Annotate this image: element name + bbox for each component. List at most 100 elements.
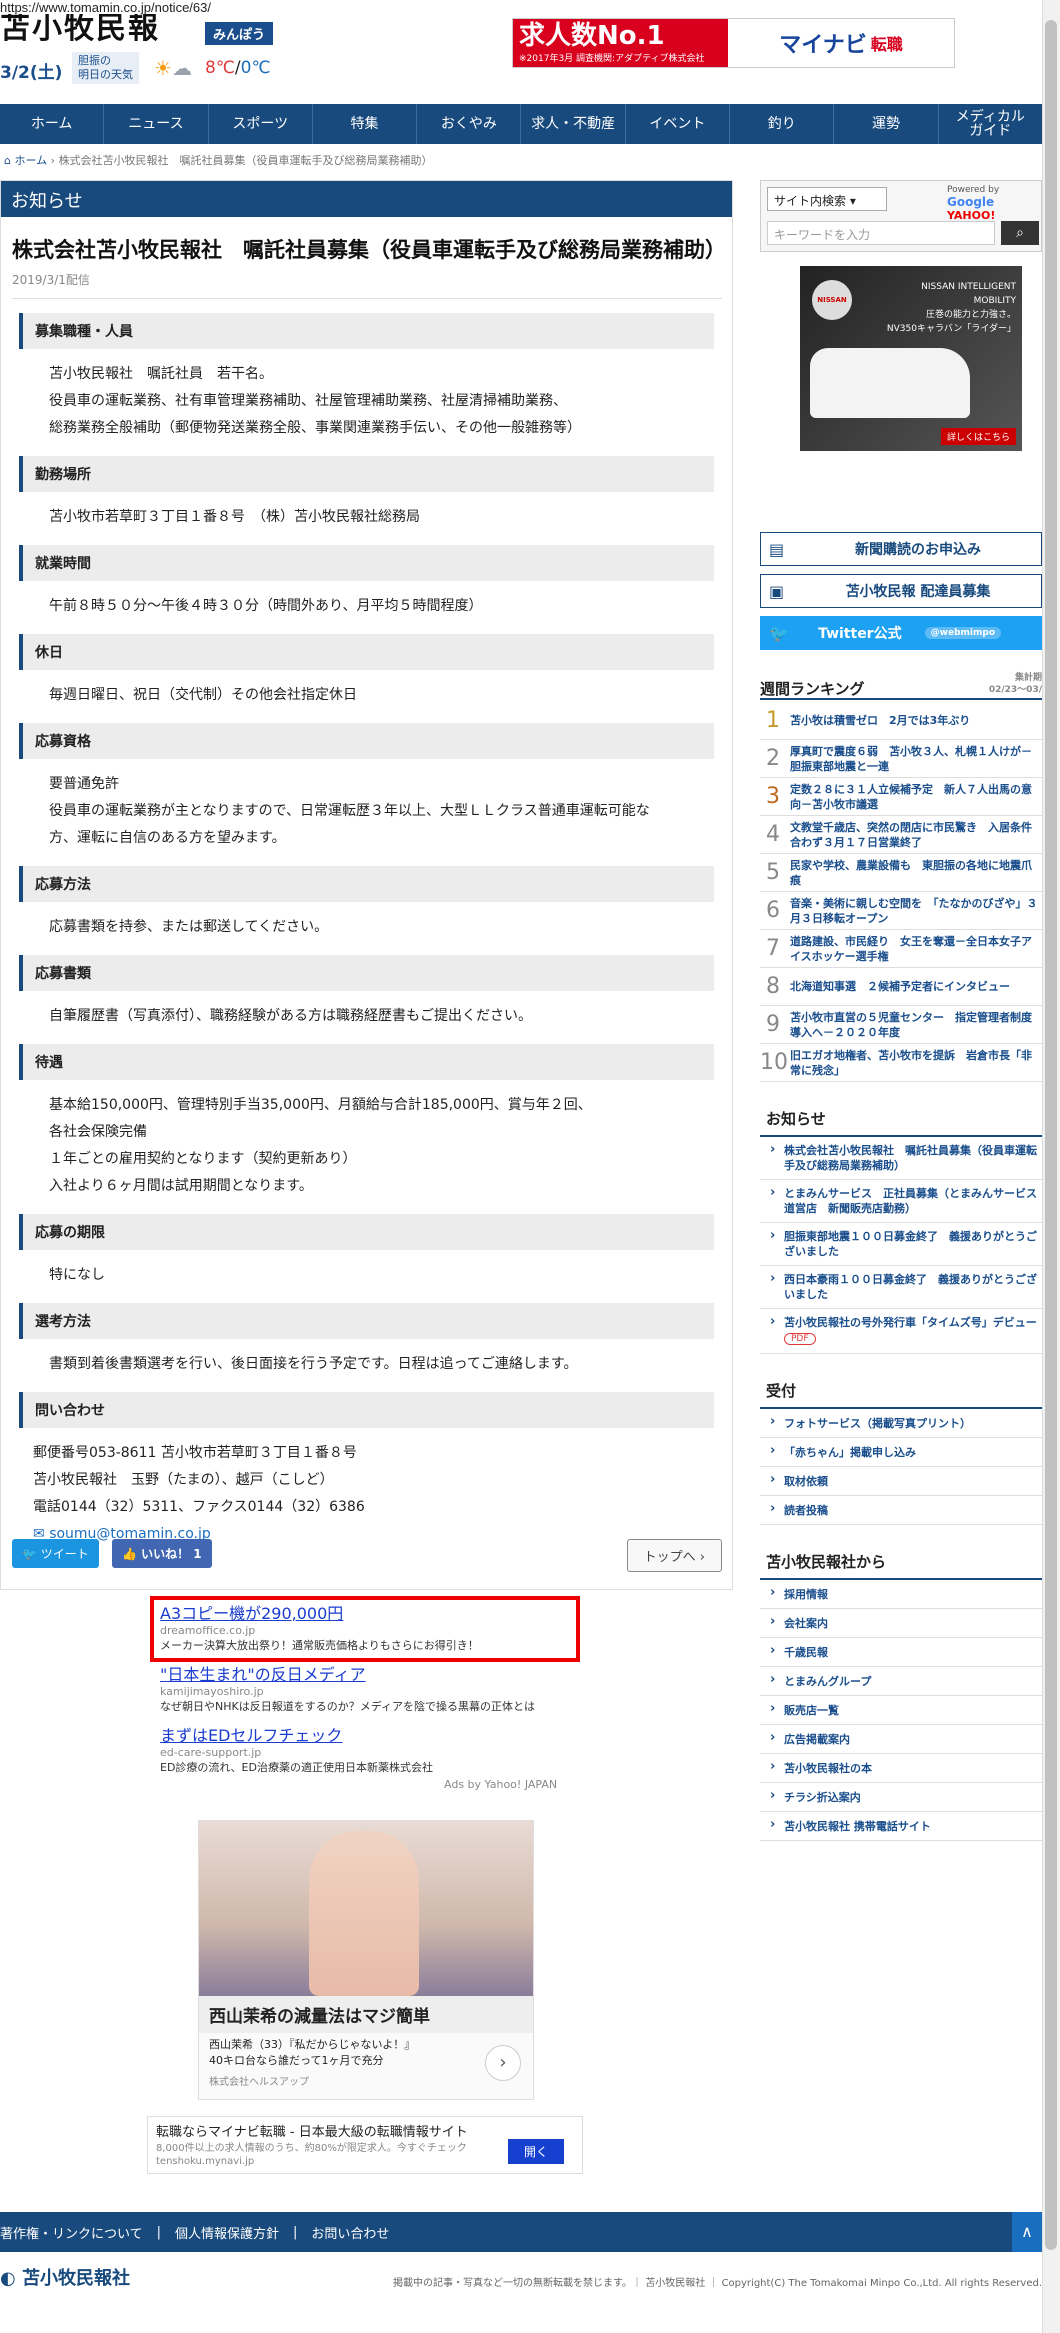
text-ad[interactable]: まずはEDセルフチェック ed-care-support.jp ED診療の流れ、… (160, 1722, 572, 1775)
page-top-button[interactable]: ∧ (1012, 2212, 1042, 2252)
notice-item[interactable]: とまみんサービス 正社員募集（とまみんサービス道営店 新聞販売店勤務） (760, 1180, 1042, 1223)
open-button[interactable]: 開く (507, 2139, 564, 2164)
like-label: いいね！ 1 (141, 1547, 202, 1561)
notice-item-pdf[interactable]: 苫小牧民報社の号外発行車「タイムズ号」デビュー PDF (760, 1309, 1042, 1354)
footer-link-privacy[interactable]: 個人情報保護方針 (175, 2223, 279, 2242)
from-company-item[interactable]: 千歳民報 (760, 1638, 1042, 1667)
nav-home[interactable]: ホーム (0, 104, 105, 144)
ranking-item[interactable]: 2 厚真町で震度６弱 苫小牧３人、札幌１人けが－胆振東部地震と一連 (760, 740, 1042, 778)
footer-logo[interactable]: ◐ 苫小牧民報社 (0, 2264, 130, 2290)
footer-link-copyright[interactable]: 著作権・リンクについて (0, 2223, 143, 2242)
breadcrumb-home[interactable]: ホーム (14, 154, 47, 167)
search-button[interactable]: ⌕ (1001, 221, 1039, 245)
car-ad-text: NISSAN INTELLIGENT MOBILITY 圧巻の能力と力強さ。 N… (886, 282, 1016, 334)
nav-medical[interactable]: メディカル ガイド (939, 104, 1042, 144)
text-ad[interactable]: "日本生まれ"の反日メディア kamijimayoshiro.jp なぜ朝日やN… (160, 1661, 572, 1714)
nav-jobs[interactable]: 求人・不動産 (521, 104, 626, 144)
ads-by-label[interactable]: Ads by Yahoo! JAPAN (444, 1778, 557, 1791)
rank-number: 6 (766, 898, 780, 923)
ranking-text: 道路建設、市民経り 女王を奪還－全日本女子アイスホッケー選手権 (790, 934, 1032, 963)
notice-list: 株式会社苫小牧民報社 嘱託社員募集（役員車運転手及び総務局業務補助） とまみんサ… (760, 1137, 1042, 1354)
ranking-item[interactable]: 3 定数２８に３１人立候補予定 新人７人出馬の意向－苫小牧市議選 (760, 778, 1042, 816)
ranking-item[interactable]: 8 北海道知事選 ２候補予定者にインタビュー (760, 968, 1042, 1006)
ranking-text: 音楽・美術に親しむ空間を 「たなかのびざや」３月３日移転オープン (790, 896, 1038, 925)
banner-brand: マイナビ 転職 (728, 19, 954, 67)
rank-number: 4 (766, 822, 780, 847)
image-ad[interactable]: 西山茉希の減量法はマジ簡単 西山茉希（33）『私だからじゃないよ！』 40キロ台… (198, 1820, 534, 2100)
ranking-item[interactable]: 1 苫小牧は積雪ゼロ 2月では3年ぶり (760, 702, 1042, 740)
uketsuke-item[interactable]: 「赤ちゃん」掲載申し込み (760, 1438, 1042, 1467)
rank-number: 3 (766, 784, 780, 809)
mynavi-banner[interactable]: 求人数No.1 ※2017年3月 調査機関:アダプティブ株式会社 マイナビ 転職 (512, 18, 955, 68)
notice-item[interactable]: 株式会社苫小牧民報社 嘱託社員募集（役員車運転手及び総務局業務補助） (760, 1137, 1042, 1180)
tweet-button[interactable]: 🐦 ツイート (12, 1539, 99, 1568)
scrollbar-thumb[interactable] (1045, 20, 1057, 2250)
like-button[interactable]: 👍 いいね！ 1 (112, 1539, 212, 1568)
breadcrumb: ⌂ ホーム › 株式会社苫小牧民報社 嘱託社員募集（役員車運転手及び総務局業務補… (4, 152, 433, 168)
breadcrumb-sep: › (50, 154, 59, 167)
site-logo[interactable]: 苫小牧民報 (0, 14, 160, 44)
ranking-item[interactable]: 5 民家や学校、農業設備も 東胆振の各地に地震爪痕 (760, 854, 1042, 892)
notice-item[interactable]: 西日本豪雨１００日募金終了 義援ありがとうございました (760, 1266, 1042, 1309)
ranking-item[interactable]: 4 文教堂千歳店、突然の閉店に市民驚き 入居条件合わず３月１７日営業終了 (760, 816, 1042, 854)
uketsuke-header: 受付 (760, 1376, 1042, 1409)
ad-photo (199, 1821, 533, 1996)
nav-news[interactable]: ニュース (104, 104, 209, 144)
nav-obituary[interactable]: おくやみ (417, 104, 522, 144)
ad-title[interactable]: "日本生まれ"の反日メディア (160, 1661, 572, 1685)
uketsuke-list: フォトサービス（掲載写真プリント） 「赤ちゃん」掲載申し込み 取材依頼 読者投稿 (760, 1409, 1042, 1525)
mynavi-ad-title: 転職ならマイナビ転職 - 日本最大級の転職情報サイト (156, 2125, 468, 2140)
subscribe-button[interactable]: ▤ 新聞購読のお申込み (760, 532, 1042, 566)
from-company-item[interactable]: 採用情報 (760, 1580, 1042, 1609)
search-input[interactable]: キーワードを入力 (767, 221, 995, 245)
search-scope-select[interactable]: サイト内検索 ▾ (767, 187, 887, 211)
nav-fishing[interactable]: 釣り (730, 104, 835, 144)
uketsuke-item[interactable]: 取材依頼 (760, 1467, 1042, 1496)
thumbs-up-icon: 👍 (122, 1547, 142, 1561)
ranking-item[interactable]: 10 旧エガオ地権者、苫小牧市を提訴 岩倉市長「非常に残念」 (760, 1044, 1042, 1082)
uketsuke-item[interactable]: フォトサービス（掲載写真プリント） (760, 1409, 1042, 1438)
nav-events[interactable]: イベント (626, 104, 731, 144)
mynavi-ad[interactable]: 転職ならマイナビ転職 - 日本最大級の転職情報サイト 8,000件以上の求人情報… (147, 2116, 583, 2174)
to-top-button[interactable]: トップへ › (626, 1539, 722, 1572)
ranking-list: 1 苫小牧は積雪ゼロ 2月では3年ぶり 2 厚真町で震度６弱 苫小牧３人、札幌１人け… (760, 702, 1042, 1841)
from-company-item[interactable]: 苫小牧民報社 携帯電話サイト (760, 1812, 1042, 1841)
from-company-item[interactable]: 販売店一覧 (760, 1696, 1042, 1725)
ad-title[interactable]: A3コピー機が290,000円 (160, 1600, 572, 1624)
twitter-icon: 🐦 (769, 623, 789, 643)
ranking-text: 文教堂千歳店、突然の閉店に市民驚き 入居条件合わず３月１７日営業終了 (790, 820, 1032, 849)
sidebar: サイト内検索 ▾ Powered by Google YAHOO! キーワードを入… (760, 180, 1042, 1841)
nav-sports[interactable]: スポーツ (209, 104, 313, 144)
delivery-recruit-button[interactable]: ▣ 苫小牧民報 配達員募集 (760, 574, 1042, 608)
from-company-item[interactable]: チラシ折込案内 (760, 1783, 1042, 1812)
notice-item[interactable]: 胆振東部地震１００日募金終了 義援ありがとうございました (760, 1223, 1042, 1266)
from-company-item[interactable]: 会社案内 (760, 1609, 1042, 1638)
car-ad-button[interactable]: 詳しくはこちら (940, 428, 1016, 445)
rank-number: 2 (766, 746, 780, 771)
ad-title[interactable]: まずはEDセルフチェック (160, 1722, 572, 1746)
ranking-item[interactable]: 9 苫小牧市直営の５児童センター 指定管理者制度導入へ－２０２０年度 (760, 1006, 1042, 1044)
ranking-item[interactable]: 6 音楽・美術に親しむ空間を 「たなかのびざや」３月３日移転オープン (760, 892, 1042, 930)
minpo-badge[interactable]: みんぽう (205, 22, 274, 45)
section-head: 勤務場所 (19, 456, 714, 492)
from-company-item[interactable]: 苫小牧民報社の本 (760, 1754, 1042, 1783)
from-company-item[interactable]: 広告掲載案内 (760, 1725, 1042, 1754)
car-ad[interactable]: NISSAN NISSAN INTELLIGENT MOBILITY 圧巻の能力… (800, 266, 1022, 451)
rank-number: 9 (766, 1012, 780, 1037)
section-body: 午前８時５０分～午後４時３０分（時間外あり、月平均５時間程度） (49, 598, 483, 614)
home-icon[interactable]: ⌂ (4, 154, 11, 167)
chevron-right-icon[interactable]: › (485, 2045, 521, 2081)
ranking-item[interactable]: 7 道路建設、市民経り 女王を奪還－全日本女子アイスホッケー選手権 (760, 930, 1042, 968)
delivery-label: 苫小牧民報 配達員募集 (845, 584, 991, 600)
nav-fortune[interactable]: 運勢 (834, 104, 939, 144)
uketsuke-item[interactable]: 読者投稿 (760, 1496, 1042, 1525)
sun-icon: ☀ (154, 56, 172, 80)
contact-head: 問い合わせ (19, 1392, 714, 1428)
twitter-handle: @webmimpo (924, 627, 1001, 639)
nav-feature[interactable]: 特集 (313, 104, 418, 144)
powered-by-label: Powered by (947, 185, 1000, 195)
text-ad[interactable]: A3コピー機が290,000円 dreamoffice.co.jp メーカー決算… (160, 1600, 572, 1653)
twitter-official-button[interactable]: 🐦 Twitter公式 @webmimpo (760, 616, 1042, 650)
from-company-item[interactable]: とまみんグループ (760, 1667, 1042, 1696)
footer-link-contact[interactable]: お問い合わせ (311, 2223, 389, 2242)
